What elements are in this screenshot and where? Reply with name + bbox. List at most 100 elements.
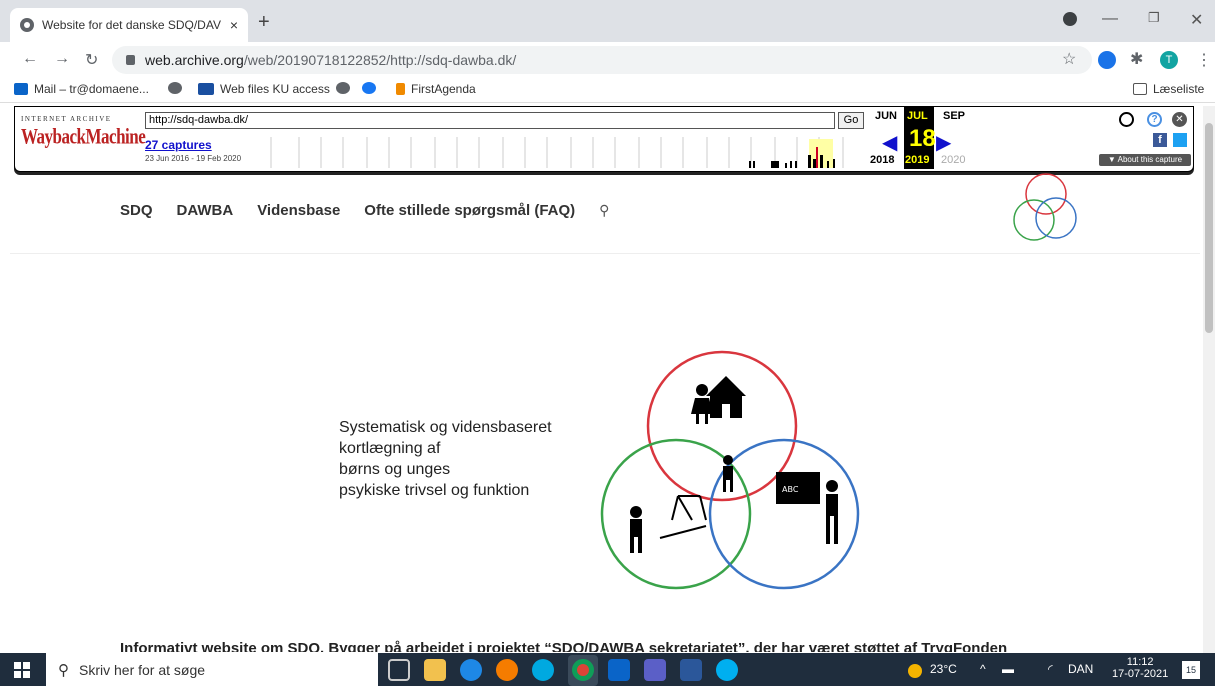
month-prev[interactable]: JUN [875, 110, 897, 122]
bookmark-globe[interactable] [168, 82, 188, 94]
intro-paragraph: Informativt website om SDQ. Bygger på ar… [120, 640, 1008, 652]
outlook-icon[interactable] [608, 659, 630, 681]
globe-icon [20, 18, 34, 32]
notifications-icon[interactable]: 15 [1182, 661, 1200, 679]
reading-list-icon [1133, 83, 1147, 95]
word-icon[interactable] [680, 659, 702, 681]
bookmarks-bar: Mail – tr@domaene... Web files KU access… [0, 77, 1215, 103]
clock-date: 17-07-2021 [1112, 668, 1169, 680]
reading-list-label: Læseliste [1153, 82, 1205, 96]
address-bar[interactable]: web.archive.org/web/20190718122852/http:… [112, 46, 1092, 74]
bookmark-label: Mail – tr@domaene... [34, 82, 149, 96]
bookmark-mail[interactable]: Mail – tr@domaene... [14, 82, 149, 96]
account-icon[interactable] [1119, 112, 1134, 127]
nav-sdq[interactable]: SDQ [120, 202, 153, 219]
header-divider [10, 253, 1200, 254]
hero-line: psykiske trivsel og funktion [339, 482, 530, 499]
hero-line: kortlægning af [339, 440, 441, 457]
close-window-icon[interactable]: ✕ [1190, 10, 1203, 30]
bookmark-label: Web files KU access [220, 82, 330, 96]
captures-link[interactable]: 27 captures [145, 138, 212, 152]
url-path: /web/20190718122852/http://sdq-dawba.dk/ [243, 52, 517, 68]
prev-capture-icon[interactable]: ◀ [882, 130, 897, 155]
windows-taskbar: ⚲ Skriv her for at søge 23°C ^ ▬ ◜ DAN 1… [0, 653, 1215, 686]
profile-avatar[interactable]: T [1160, 51, 1178, 69]
skype-icon[interactable] [532, 659, 554, 681]
browser-tab[interactable]: Website for det danske SDQ/DAV × [10, 8, 248, 42]
restore-icon[interactable]: ❐ [1148, 10, 1160, 26]
teams-icon[interactable] [644, 659, 666, 681]
wifi-icon[interactable]: ◜ [1048, 662, 1053, 676]
outlook-icon [14, 83, 28, 95]
child-icon [723, 455, 733, 492]
extension-icon[interactable] [1098, 51, 1116, 69]
tab-strip: Website for det danske SDQ/DAV × + — ❐ ✕ [0, 0, 1215, 42]
puzzle-icon[interactable]: ✱ [1130, 49, 1143, 69]
file-explorer-icon[interactable] [424, 659, 446, 681]
globe-icon [168, 82, 182, 94]
capture-sparkline[interactable] [259, 135, 859, 168]
girl-icon [691, 384, 713, 424]
wayback-toolbar: INTERNET ARCHIVE WaybackMachine http://s… [14, 106, 1194, 172]
back-icon[interactable]: ← [22, 50, 38, 68]
chrome-icon[interactable] [572, 659, 594, 681]
search-icon[interactable]: ⚲ [599, 202, 609, 219]
about-capture-button[interactable]: ▼ About this capture [1099, 154, 1191, 166]
skype-business-icon[interactable] [716, 659, 738, 681]
bookmark-facebook[interactable] [362, 82, 382, 94]
media-icon[interactable] [1063, 12, 1077, 26]
clock-time: 11:12 [1126, 656, 1154, 668]
search-icon: ⚲ [58, 661, 69, 679]
hero-text: Systematisk og vidensbaseret kortlægning… [339, 417, 552, 501]
close-toolbar-icon[interactable]: ✕ [1172, 112, 1187, 127]
next-capture-icon[interactable]: ▶ [936, 130, 951, 155]
bookmark-label: FirstAgenda [411, 82, 476, 96]
task-view-icon[interactable] [388, 659, 410, 681]
firefox-icon[interactable] [496, 659, 518, 681]
forward-icon[interactable]: → [54, 50, 70, 68]
site-navigation: SDQ DAWBA Vidensbase Ofte stillede spørg… [120, 202, 633, 219]
hero-line: Systematisk og vidensbaseret [339, 419, 552, 436]
weather-icon[interactable] [908, 664, 922, 678]
playground-icon [630, 495, 707, 553]
site-logo[interactable] [1008, 172, 1084, 244]
network-icon[interactable]: ▬ [1002, 662, 1014, 676]
navigation-bar: ← → ↻ web.archive.org/web/20190718122852… [0, 42, 1215, 77]
reload-icon[interactable]: ↻ [85, 50, 98, 70]
search-placeholder: Skriv her for at søge [79, 661, 206, 678]
bookmark-firstagenda[interactable]: FirstAgenda [396, 82, 476, 96]
new-tab-button[interactable]: + [258, 11, 270, 34]
firstagenda-icon [396, 83, 405, 95]
menu-icon[interactable]: ⋮ [1196, 50, 1212, 70]
bookmark-star-icon[interactable]: ☆ [1062, 49, 1076, 69]
edge-icon[interactable] [460, 659, 482, 681]
hero-line: børns og unges [339, 461, 451, 478]
nav-faq[interactable]: Ofte stillede spørgsmål (FAQ) [364, 202, 575, 219]
year-next[interactable]: 2020 [941, 154, 965, 166]
tray-expand-icon[interactable]: ^ [980, 662, 986, 676]
bookmark-globe-2[interactable] [336, 82, 356, 94]
nav-dawba[interactable]: DAWBA [177, 202, 234, 219]
clock[interactable]: 11:12 17-07-2021 [1112, 656, 1168, 680]
help-icon[interactable]: ? [1147, 112, 1162, 127]
nav-vidensbase[interactable]: Vidensbase [257, 202, 340, 219]
facebook-share-icon[interactable]: f [1153, 133, 1167, 147]
twitter-share-icon[interactable] [1173, 133, 1187, 147]
minimize-icon[interactable]: — [1102, 10, 1118, 28]
taskbar-search[interactable]: ⚲ Skriv her for at søge [46, 653, 378, 686]
capture-range: 23 Jun 2016 - 19 Feb 2020 [145, 154, 242, 163]
temperature[interactable]: 23°C [930, 662, 957, 676]
month-next[interactable]: SEP [943, 110, 965, 122]
windows-start-icon[interactable] [14, 662, 30, 678]
reading-list-button[interactable]: Læseliste [1133, 82, 1204, 96]
svg-text:ABC: ABC [782, 485, 799, 494]
bookmark-webfiles[interactable]: Web files KU access [198, 82, 330, 96]
wayback-go-button[interactable]: Go [838, 112, 864, 129]
wayback-url-input[interactable]: http://sdq-dawba.dk/ [145, 112, 835, 129]
language-indicator[interactable]: DAN [1068, 662, 1093, 676]
year-prev[interactable]: 2018 [870, 154, 894, 166]
day-current: 18 [909, 125, 936, 152]
wayback-logo[interactable]: WaybackMachine [21, 124, 146, 150]
scrollbar-thumb[interactable] [1205, 123, 1213, 333]
close-tab-icon[interactable]: × [230, 17, 238, 33]
